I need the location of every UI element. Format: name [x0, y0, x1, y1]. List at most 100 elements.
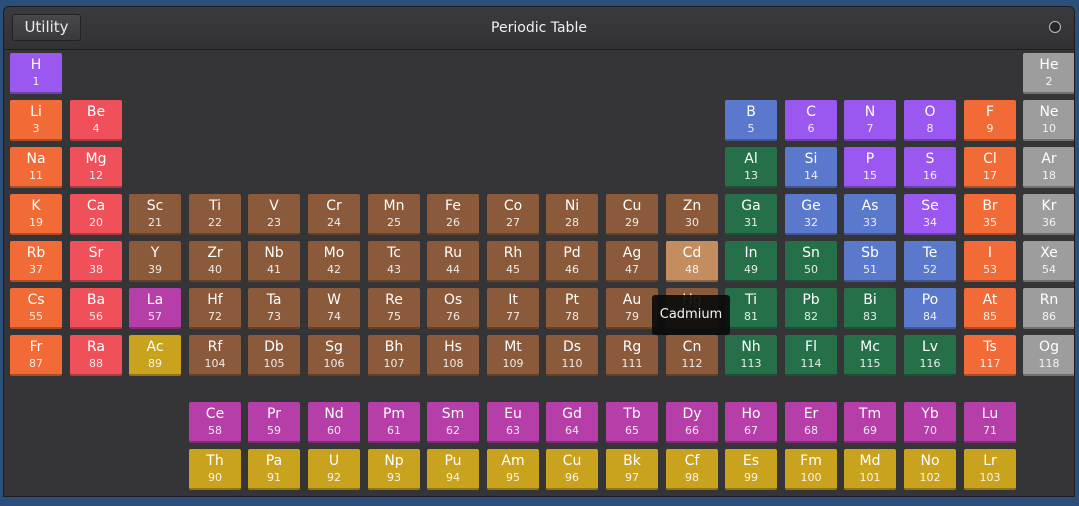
element-tile-ca-20[interactable]: Ca 20 [70, 194, 122, 235]
element-tile-ba-56[interactable]: Ba 56 [70, 288, 122, 329]
element-tile-be-4[interactable]: Be 4 [70, 100, 122, 141]
element-tile-tb-65[interactable]: Tb 65 [606, 402, 658, 443]
element-tile-zr-40[interactable]: Zr 40 [189, 241, 241, 282]
element-tile-n-7[interactable]: N7 [844, 100, 896, 141]
element-tile-fr-87[interactable]: Fr 87 [10, 335, 62, 376]
element-tile-k-19[interactable]: K 19 [10, 194, 62, 235]
element-tile-ts-117[interactable]: Ts 117 [964, 335, 1016, 376]
element-tile-it-77[interactable]: It 77 [487, 288, 539, 329]
element-tile-re-75[interactable]: Re 75 [368, 288, 420, 329]
element-tile-xe-54[interactable]: Xe 54 [1023, 241, 1074, 282]
element-tile-th-90[interactable]: Th 90 [189, 449, 241, 490]
element-tile-ds-110[interactable]: Ds 110 [546, 335, 598, 376]
element-tile-v-23[interactable]: V 23 [248, 194, 300, 235]
element-tile-nb-41[interactable]: Nb 41 [248, 241, 300, 282]
element-tile-li-3[interactable]: Li 3 [10, 100, 62, 141]
element-tile-lr-103[interactable]: Lr 103 [964, 449, 1016, 490]
element-tile-nh-113[interactable]: Nh 113 [725, 335, 777, 376]
element-tile-o-8[interactable]: O8 [904, 100, 956, 141]
element-tile-ar-18[interactable]: Ar 18 [1023, 147, 1074, 188]
element-tile-mg-12[interactable]: Mg 12 [70, 147, 122, 188]
element-tile-nd-60[interactable]: Nd 60 [308, 402, 360, 443]
element-tile-ti-81[interactable]: Ti 81 [725, 288, 777, 329]
element-tile-te-52[interactable]: Te 52 [904, 241, 956, 282]
element-tile-sg-106[interactable]: Sg 106 [308, 335, 360, 376]
element-tile-eu-63[interactable]: Eu 63 [487, 402, 539, 443]
element-tile-in-49[interactable]: In 49 [725, 241, 777, 282]
element-tile-cr-24[interactable]: Cr 24 [308, 194, 360, 235]
element-tile-no-102[interactable]: No 102 [904, 449, 956, 490]
element-tile-ge-32[interactable]: Ge 32 [785, 194, 837, 235]
element-tile-rb-37[interactable]: Rb 37 [10, 241, 62, 282]
element-tile-gd-64[interactable]: Gd 64 [546, 402, 598, 443]
element-tile-ho-67[interactable]: Ho 67 [725, 402, 777, 443]
element-tile-sn-50[interactable]: Sn 50 [785, 241, 837, 282]
element-tile-y-39[interactable]: Y 39 [129, 241, 181, 282]
element-tile-sm-62[interactable]: Sm 62 [427, 402, 479, 443]
element-tile-pm-61[interactable]: Pm 61 [368, 402, 420, 443]
element-tile-sr-38[interactable]: Sr 38 [70, 241, 122, 282]
element-tile-cl-17[interactable]: Cl 17 [964, 147, 1016, 188]
element-tile-c-6[interactable]: C6 [785, 100, 837, 141]
element-tile-ru-44[interactable]: Ru 44 [427, 241, 479, 282]
element-tile-md-101[interactable]: Md 101 [844, 449, 896, 490]
element-tile-mc-115[interactable]: Mc 115 [844, 335, 896, 376]
element-tile-pr-59[interactable]: Pr 59 [248, 402, 300, 443]
element-tile-er-68[interactable]: Er 68 [785, 402, 837, 443]
element-tile-ce-58[interactable]: Ce 58 [189, 402, 241, 443]
element-tile-pa-91[interactable]: Pa 91 [248, 449, 300, 490]
element-tile-pt-78[interactable]: Pt 78 [546, 288, 598, 329]
element-tile-pu-94[interactable]: Pu 94 [427, 449, 479, 490]
element-tile-au-79[interactable]: Au 79 [606, 288, 658, 329]
element-tile-bh-107[interactable]: Bh 107 [368, 335, 420, 376]
element-tile-pd-46[interactable]: Pd 46 [546, 241, 598, 282]
element-tile-dy-66[interactable]: Dy 66 [666, 402, 718, 443]
element-tile-bk-97[interactable]: Bk 97 [606, 449, 658, 490]
element-tile-fl-114[interactable]: Fl 114 [785, 335, 837, 376]
element-tile-es-99[interactable]: Es 99 [725, 449, 777, 490]
element-tile-lv-116[interactable]: Lv 116 [904, 335, 956, 376]
element-tile-lu-71[interactable]: Lu 71 [964, 402, 1016, 443]
element-tile-b-5[interactable]: B5 [725, 100, 777, 141]
element-tile-hs-108[interactable]: Hs 108 [427, 335, 479, 376]
element-tile-rf-104[interactable]: Rf 104 [189, 335, 241, 376]
close-icon[interactable] [1049, 21, 1061, 33]
element-tile-fm-100[interactable]: Fm 100 [785, 449, 837, 490]
element-tile-ga-31[interactable]: Ga 31 [725, 194, 777, 235]
element-tile-zn-30[interactable]: Zn 30 [666, 194, 718, 235]
element-tile-bi-83[interactable]: Bi 83 [844, 288, 896, 329]
element-tile-cs-55[interactable]: Cs 55 [10, 288, 62, 329]
element-tile-cd-48[interactable]: Cd 48 [666, 241, 718, 282]
element-tile-se-34[interactable]: Se 34 [904, 194, 956, 235]
element-tile-cn-112[interactable]: Cn 112 [666, 335, 718, 376]
element-tile-he-2[interactable]: He 2 [1023, 53, 1074, 94]
element-tile-cf-98[interactable]: Cf 98 [666, 449, 718, 490]
element-tile-hf-72[interactable]: Hf 72 [189, 288, 241, 329]
element-tile-ac-89[interactable]: Ac 89 [129, 335, 181, 376]
element-tile-cu-29[interactable]: Cu 29 [606, 194, 658, 235]
element-tile-tm-69[interactable]: Tm 69 [844, 402, 896, 443]
element-tile-mn-25[interactable]: Mn 25 [368, 194, 420, 235]
element-tile-la-57[interactable]: La 57 [129, 288, 181, 329]
element-tile-ne-10[interactable]: Ne 10 [1023, 100, 1074, 141]
element-tile-cu-96[interactable]: Cu 96 [546, 449, 598, 490]
element-tile-fe-26[interactable]: Fe 26 [427, 194, 479, 235]
element-tile-np-93[interactable]: Np 93 [368, 449, 420, 490]
element-tile-i-53[interactable]: I 53 [964, 241, 1016, 282]
element-tile-mt-109[interactable]: Mt 109 [487, 335, 539, 376]
element-tile-ag-47[interactable]: Ag 47 [606, 241, 658, 282]
element-tile-at-85[interactable]: At 85 [964, 288, 1016, 329]
element-tile-ra-88[interactable]: Ra 88 [70, 335, 122, 376]
element-tile-rh-45[interactable]: Rh 45 [487, 241, 539, 282]
element-tile-ta-73[interactable]: Ta 73 [248, 288, 300, 329]
element-tile-si-14[interactable]: Si 14 [785, 147, 837, 188]
element-tile-pb-82[interactable]: Pb 82 [785, 288, 837, 329]
element-tile-u-92[interactable]: U 92 [308, 449, 360, 490]
element-tile-sc-21[interactable]: Sc 21 [129, 194, 181, 235]
element-tile-am-95[interactable]: Am 95 [487, 449, 539, 490]
element-tile-ni-28[interactable]: Ni 28 [546, 194, 598, 235]
element-tile-s-16[interactable]: S 16 [904, 147, 956, 188]
element-tile-po-84[interactable]: Po 84 [904, 288, 956, 329]
element-tile-ti-22[interactable]: Ti 22 [189, 194, 241, 235]
element-tile-h-1[interactable]: H1 [10, 53, 62, 94]
